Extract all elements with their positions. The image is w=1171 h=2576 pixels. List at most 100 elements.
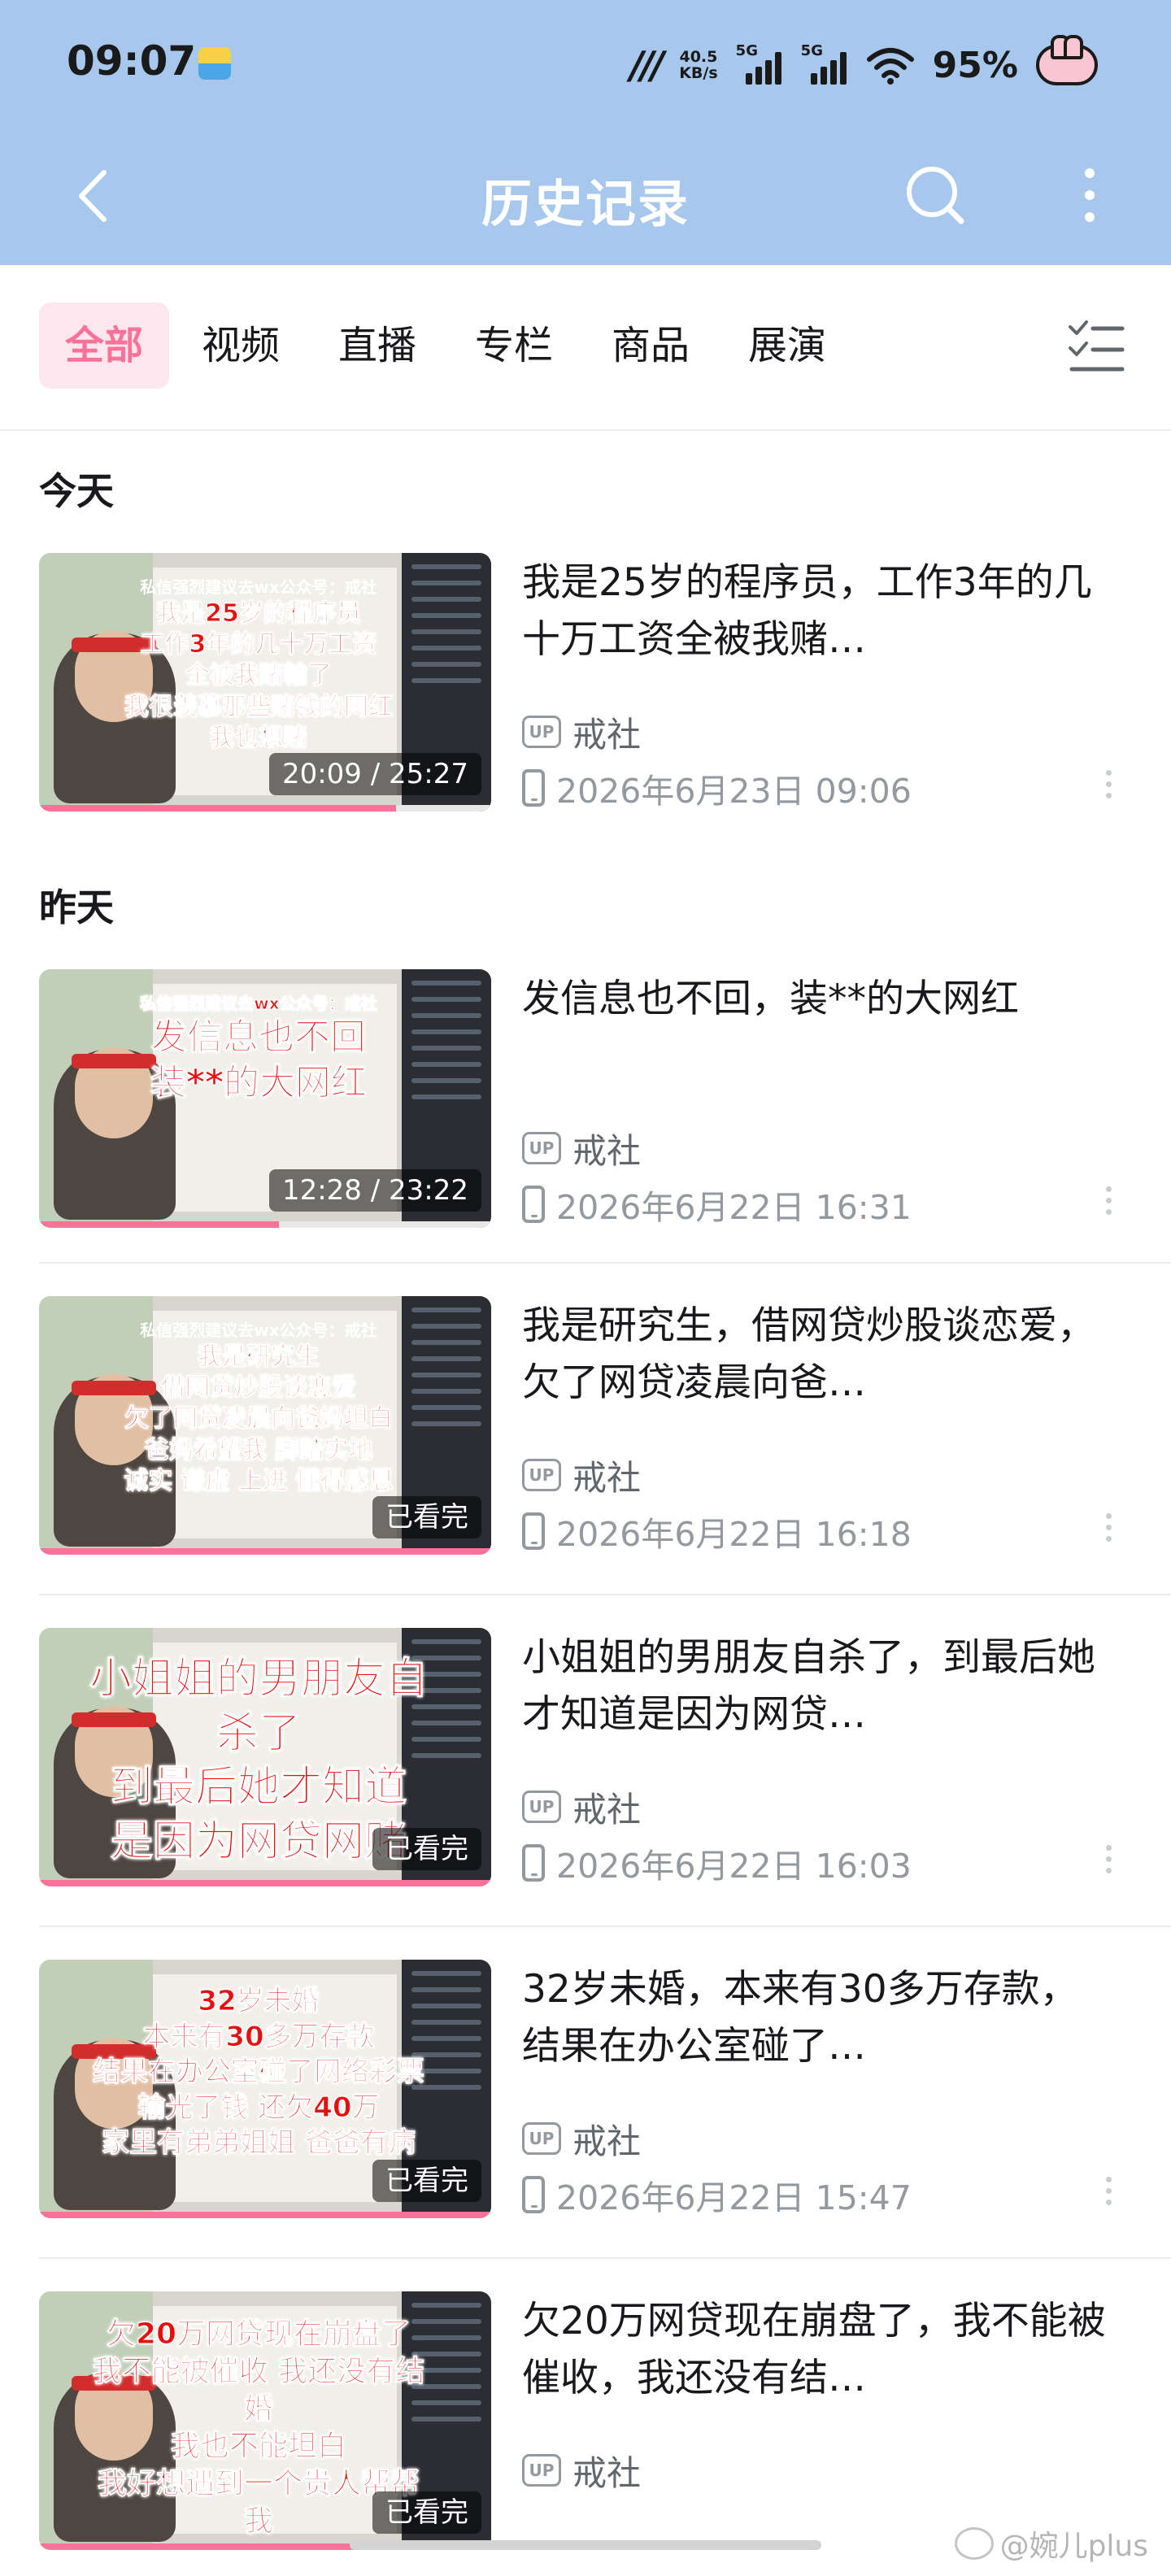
thumbnail-overlay-line: 结果在办公室碰了网络彩票 (93, 2056, 425, 2089)
up-badge-icon: UP (522, 1791, 561, 1823)
thumbnail-overlay-line: 私信强烈建议去wx公众号：戒社 (140, 1321, 377, 1340)
thumbnail-overlay-line: 欠了网贷凌晨向爸妈坦白 (124, 1404, 394, 1434)
home-indicator[interactable] (350, 2540, 821, 2550)
signal-icon-1: 5G (736, 42, 783, 85)
uploader-row[interactable]: UP 戒社 (522, 2119, 641, 2161)
up-badge-icon: UP (522, 716, 561, 748)
section-today: 今天 (39, 469, 114, 513)
more-options-button[interactable] (1057, 154, 1122, 236)
phone-icon (522, 1512, 545, 1550)
tab-goods[interactable]: 商品 (586, 302, 716, 389)
uploader-row[interactable]: UP 戒社 (522, 1129, 641, 1171)
item-more-button[interactable] (1088, 2165, 1129, 2217)
history-item[interactable]: 私信强烈建议去wx公众号：戒社 发信息也不回 装**的大网红 12:28 / 23:… (39, 969, 1171, 1229)
thumbnail-overlay-line: 借网贷炒股谈恋爱 (161, 1373, 357, 1402)
thumbnail-overlay-line: 私信强烈建议去wx公众号：戒社 (140, 994, 377, 1014)
video-thumbnail[interactable]: 私信强烈建议去wx公众号：戒社 我是研究生 借网贷炒股谈恋爱 欠了网贷凌晨向爸妈坦白爸… (39, 1296, 491, 1555)
watch-time-row: 2026年6月22日 16:03 (522, 1841, 912, 1886)
item-more-button[interactable] (1088, 1174, 1129, 1226)
history-item[interactable]: 小姐姐的男朋友自杀了 到最后她才知道 是因为网贷网赌 已看完 小姐姐的男朋友自杀了，… (39, 1594, 1171, 1886)
app-header: 历史记录 (0, 130, 1171, 265)
watch-time-row: 2026年6月22日 16:31 (522, 1182, 912, 1227)
duration-badge: 已看完 (372, 2491, 481, 2534)
video-title[interactable]: 小姐姐的男朋友自杀了，到最后她才知道是因为网贷… (522, 1630, 1116, 1743)
item-more-button[interactable] (1088, 1833, 1129, 1885)
carrier-logo-icon: /// (629, 43, 664, 87)
page-title: 历史记录 (481, 174, 690, 233)
video-title[interactable]: 我是研究生，借网贷炒股谈恋爱，欠了网贷凌晨向爸… (522, 1298, 1116, 1412)
phone-icon (522, 1844, 545, 1882)
thumbnail-overlay-line: 输光了钱 还欠40万 (137, 2091, 380, 2124)
video-title[interactable]: 发信息也不回，装**的大网红 (522, 971, 1116, 1085)
thumbnail-overlay-line: 我很羡慕那些赌钱的网红 (124, 692, 394, 721)
tab-all[interactable]: 全部 (39, 302, 170, 389)
video-thumbnail[interactable]: 私信强烈建议去wx公众号：戒社 发信息也不回 装**的大网红 12:28 / 23:… (39, 969, 491, 1228)
watch-time: 2026年6月22日 16:31 (556, 1188, 912, 1227)
watch-progress-fill (39, 1548, 491, 1555)
wifi-icon (866, 48, 914, 85)
watermark: @婉儿plus (954, 2522, 1148, 2565)
search-icon (907, 167, 964, 224)
network-speed: 40.5 KB/s (679, 48, 718, 82)
watch-time: 2026年6月23日 09:06 (556, 772, 912, 811)
video-thumbnail[interactable]: 32岁未婚 本来有30多万存款 结果在办公室碰了网络彩票 输光了钱 还欠40万 家里有弟… (39, 1960, 491, 2218)
item-more-button[interactable] (1088, 758, 1129, 810)
thumbnail-overlay-line: 我也想赌 (210, 724, 308, 753)
search-button[interactable] (895, 154, 976, 236)
notification-app-icon (198, 47, 231, 80)
video-title[interactable]: 我是25岁的程序员，工作3年的几十万工资全被我赌… (522, 555, 1116, 668)
video-thumbnail[interactable]: 小姐姐的男朋友自杀了 到最后她才知道 是因为网贷网赌 已看完 (39, 1628, 491, 1886)
thumbnail-overlay-line: 欠20万网贷现在崩盘了 (106, 2317, 411, 2351)
item-more-button[interactable] (1088, 1501, 1129, 1553)
thumbnail-overlay-text: 私信强烈建议去wx公众号：戒社 我是研究生 借网贷炒股谈恋爱 欠了网贷凌晨向爸妈坦白爸… (88, 1321, 429, 1498)
duration-badge: 已看完 (372, 1828, 481, 1870)
history-item[interactable]: 私信强烈建议去wx公众号：戒社 我是25岁的程序员 工作3年的几十万工资 全被我赌輸了… (39, 553, 1171, 813)
thumbnail-overlay-line: 小姐姐的男朋友自杀了 (89, 1654, 428, 1758)
uploader-row[interactable]: UP 戒社 (522, 712, 641, 755)
thumbnail-overlay-line: 我是研究生 (198, 1342, 320, 1371)
tab-column[interactable]: 专栏 (449, 302, 579, 389)
up-badge-icon: UP (522, 1132, 561, 1164)
thumbnail-overlay-line: 我也不能坦白 (170, 2430, 346, 2464)
uploader-name: 戒社 (572, 2452, 642, 2493)
thumbnail-overlay-line: 32岁未婚 (198, 1985, 320, 2018)
up-badge-icon: UP (522, 1459, 561, 1491)
thumbnail-overlay-line: 家里有弟弟姐姐 爸爸有病 (102, 2126, 416, 2160)
up-badge-icon: UP (522, 2122, 561, 2155)
uploader-row[interactable]: UP 戒社 (522, 2451, 641, 2493)
tab-live[interactable]: 直播 (312, 302, 442, 389)
up-badge-icon: UP (522, 2454, 561, 2487)
uploader-name: 戒社 (572, 1457, 642, 1498)
thumbnail-overlay-text: 私信强烈建议去wx公众号：戒社 我是25岁的程序员 工作3年的几十万工资 全被我赌輸了… (88, 577, 429, 755)
video-title[interactable]: 欠20万网贷现在崩盘了，我不能被催收，我还没有结… (522, 2293, 1116, 2407)
uploader-name: 戒社 (572, 714, 642, 755)
duration-badge: 12:28 / 23:22 (268, 1169, 481, 1212)
uploader-row[interactable]: UP 戒社 (522, 1787, 641, 1830)
thumbnail-overlay-line: 诚实 谦虚 上进 懂得感恩 (124, 1467, 394, 1496)
battery-level: 95% (932, 44, 1018, 86)
phone-icon (522, 769, 545, 807)
weibo-icon (954, 2527, 994, 2560)
section-yesterday: 昨天 (39, 886, 114, 929)
tab-video[interactable]: 视频 (176, 302, 306, 389)
watch-progress-fill (39, 2212, 491, 2218)
uploader-row[interactable]: UP 戒社 (522, 1456, 641, 1498)
thumbnail-overlay-line: 私信强烈建议去wx公众号：戒社 (140, 577, 377, 597)
video-title[interactable]: 32岁未婚，本来有30多万存款，结果在办公室碰了… (522, 1961, 1116, 2075)
history-item[interactable]: 私信强烈建议去wx公众号：戒社 我是研究生 借网贷炒股谈恋爱 欠了网贷凌晨向爸妈坦白爸… (39, 1262, 1171, 1555)
thumbnail-overlay-line: 本来有30多万存款 (142, 2020, 375, 2053)
signal-icon-2: 5G (801, 42, 848, 85)
filter-button[interactable] (1065, 315, 1127, 377)
history-item[interactable]: 欠20万网贷现在崩盘了 我不能被催收 我还没有结婚 我也不能坦白 我好想遇到一个贵人帮… (39, 2257, 1171, 2550)
watch-progress-fill (39, 1221, 279, 1228)
watch-time: 2026年6月22日 16:03 (556, 1847, 912, 1886)
tab-show[interactable]: 展演 (722, 302, 852, 389)
status-bar: 09:07 /// 40.5 KB/s 5G 5G 95% (0, 0, 1171, 130)
video-thumbnail[interactable]: 欠20万网贷现在崩盘了 我不能被催收 我还没有结婚 我也不能坦白 我好想遇到一个贵人帮… (39, 2291, 491, 2550)
history-item[interactable]: 32岁未婚 本来有30多万存款 结果在办公室碰了网络彩票 输光了钱 还欠40万 家里有弟… (39, 1925, 1171, 2218)
watch-time-row: 2026年6月22日 16:18 (522, 1509, 912, 1554)
video-thumbnail[interactable]: 私信强烈建议去wx公众号：戒社 我是25岁的程序员 工作3年的几十万工资 全被我赌輸了… (39, 553, 491, 812)
watch-progress-fill (39, 805, 397, 812)
filter-list-icon (1069, 320, 1125, 372)
watch-time-row: 2026年6月23日 09:06 (522, 766, 912, 811)
